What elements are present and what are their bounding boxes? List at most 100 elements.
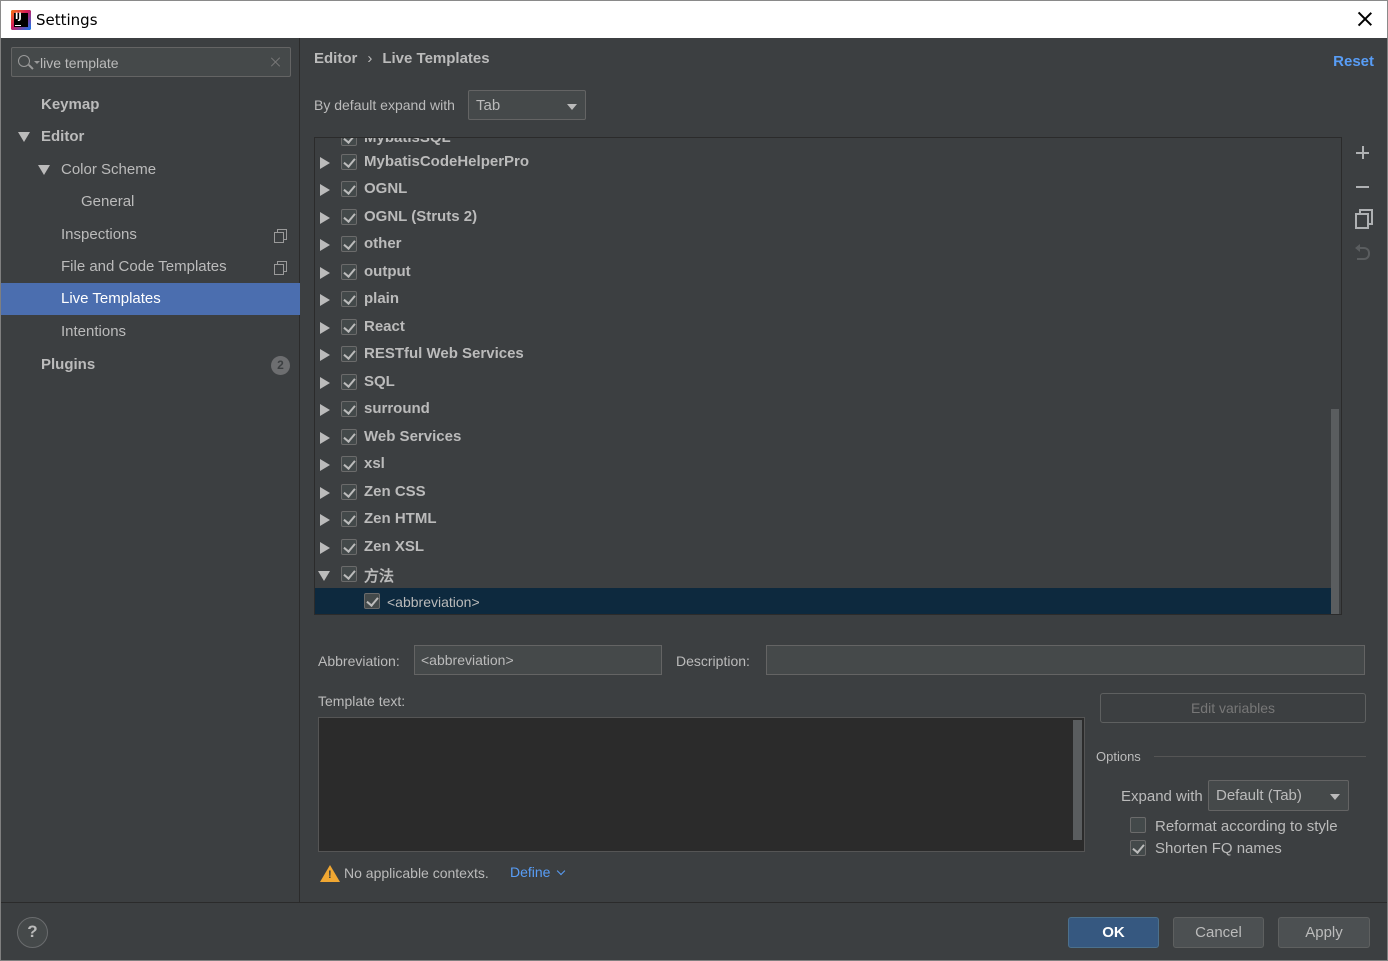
- group-checkbox[interactable]: [341, 236, 357, 252]
- tree-group-label: Web Services: [364, 428, 462, 445]
- search-input[interactable]: [40, 53, 260, 73]
- expanded-triangle-icon[interactable]: [318, 571, 330, 581]
- group-checkbox[interactable]: [341, 264, 357, 280]
- group-checkbox[interactable]: [341, 429, 357, 445]
- collapsed-triangle-icon[interactable]: [320, 349, 330, 361]
- tree-group-label: 方法: [364, 568, 395, 585]
- define-context-link[interactable]: Define: [510, 864, 566, 880]
- collapsed-triangle-icon[interactable]: [320, 157, 330, 169]
- collapsed-triangle-icon[interactable]: [320, 184, 330, 196]
- add-icon[interactable]: [1352, 142, 1374, 164]
- tree-group-row[interactable]: MybatisCodeHelperPro: [315, 149, 1331, 176]
- collapsed-triangle-icon[interactable]: [320, 432, 330, 444]
- description-label: Description:: [676, 653, 750, 669]
- collapsed-triangle-icon[interactable]: [320, 377, 330, 389]
- tree-group-row[interactable]: Zen XSL: [315, 534, 1331, 561]
- expand-with-select[interactable]: Default (Tab): [1208, 780, 1349, 811]
- template-text-area[interactable]: [318, 717, 1085, 852]
- group-checkbox[interactable]: [341, 539, 357, 555]
- expanded-triangle-icon[interactable]: [38, 165, 50, 175]
- tree-group-row[interactable]: other: [315, 231, 1331, 258]
- help-button[interactable]: ?: [17, 917, 48, 948]
- sidebar-item-editor[interactable]: Editor: [1, 121, 300, 153]
- sidebar-item-label: Inspections: [61, 226, 137, 243]
- tree-group-row[interactable]: OGNL: [315, 176, 1331, 203]
- sidebar-item-color-scheme[interactable]: Color Scheme: [1, 154, 300, 186]
- group-checkbox[interactable]: [341, 319, 357, 335]
- collapsed-triangle-icon[interactable]: [320, 459, 330, 471]
- apply-button[interactable]: Apply: [1278, 917, 1370, 948]
- description-field[interactable]: [766, 645, 1365, 675]
- close-icon[interactable]: [1355, 9, 1375, 29]
- search-icon[interactable]: [18, 55, 30, 67]
- sidebar-item-inspections[interactable]: Inspections: [1, 219, 300, 251]
- sidebar-item-general[interactable]: General: [1, 186, 300, 218]
- sidebar-item-label: File and Code Templates: [61, 258, 227, 275]
- tree-group-row[interactable]: Web Services: [315, 424, 1331, 451]
- group-checkbox[interactable]: [341, 374, 357, 390]
- tree-group-row[interactable]: 方法: [315, 561, 1331, 588]
- dialog-button-bar: ? OK Cancel Apply: [1, 902, 1387, 960]
- template-text-label: Template text:: [318, 693, 406, 709]
- tree-group-row[interactable]: Zen HTML: [315, 506, 1331, 533]
- default-expand-select[interactable]: Tab: [468, 90, 586, 120]
- collapsed-triangle-icon[interactable]: [320, 487, 330, 499]
- tree-group-row[interactable]: SQL: [315, 369, 1331, 396]
- tree-group-row[interactable]: surround: [315, 396, 1331, 423]
- abbreviation-field[interactable]: [414, 645, 662, 675]
- collapsed-triangle-icon[interactable]: [320, 542, 330, 554]
- collapsed-triangle-icon[interactable]: [320, 239, 330, 251]
- collapsed-triangle-icon[interactable]: [320, 294, 330, 306]
- collapsed-triangle-icon[interactable]: [320, 404, 330, 416]
- tree-group-row[interactable]: OGNL (Struts 2): [315, 204, 1331, 231]
- group-checkbox[interactable]: [341, 154, 357, 170]
- template-checkbox[interactable]: [364, 593, 380, 609]
- breadcrumb: Editor › Live Templates: [314, 50, 490, 67]
- tree-group-row[interactable]: xsl: [315, 451, 1331, 478]
- group-checkbox[interactable]: [341, 456, 357, 472]
- group-checkbox[interactable]: [341, 346, 357, 362]
- sidebar-item-keymap[interactable]: Keymap: [1, 89, 300, 121]
- edit-variables-button[interactable]: Edit variables: [1100, 693, 1366, 723]
- collapsed-triangle-icon[interactable]: [320, 322, 330, 334]
- sidebar-item-label: Keymap: [41, 96, 100, 113]
- group-checkbox[interactable]: [341, 484, 357, 500]
- tree-template-row[interactable]: <abbreviation>: [315, 588, 1331, 614]
- group-checkbox[interactable]: [341, 401, 357, 417]
- reformat-checkbox[interactable]: [1130, 817, 1146, 833]
- tree-group-label: Zen CSS: [364, 483, 426, 500]
- group-checkbox[interactable]: [341, 511, 357, 527]
- template-text-scrollbar[interactable]: [1073, 720, 1082, 840]
- reset-link[interactable]: Reset: [1333, 53, 1374, 70]
- shorten-fq-checkbox[interactable]: [1130, 840, 1146, 856]
- copy-icon[interactable]: [1352, 207, 1374, 229]
- tree-group-row[interactable]: RESTful Web Services: [315, 341, 1331, 368]
- tree-group-row[interactable]: plain: [315, 286, 1331, 313]
- group-checkbox[interactable]: [341, 138, 357, 146]
- sidebar-item-file-and-code-templates[interactable]: File and Code Templates: [1, 251, 300, 283]
- expanded-triangle-icon[interactable]: [18, 132, 30, 142]
- sidebar-item-live-templates[interactable]: Live Templates: [1, 283, 300, 315]
- collapsed-triangle-icon[interactable]: [320, 212, 330, 224]
- collapsed-triangle-icon[interactable]: [320, 514, 330, 526]
- cancel-button[interactable]: Cancel: [1173, 917, 1264, 948]
- group-checkbox[interactable]: [341, 209, 357, 225]
- tree-group-row[interactable]: output: [315, 259, 1331, 286]
- remove-icon[interactable]: [1352, 176, 1374, 198]
- settings-search[interactable]: [11, 47, 291, 77]
- group-checkbox[interactable]: [341, 181, 357, 197]
- tree-group-row[interactable]: React: [315, 314, 1331, 341]
- group-checkbox[interactable]: [341, 566, 357, 582]
- sidebar-item-plugins[interactable]: Plugins 2: [1, 349, 300, 381]
- clear-search-icon[interactable]: [270, 56, 282, 68]
- options-title: Options: [1096, 749, 1141, 764]
- tree-group-row[interactable]: Zen CSS: [315, 479, 1331, 506]
- tree-group-label: OGNL (Struts 2): [364, 208, 478, 225]
- group-checkbox[interactable]: [341, 291, 357, 307]
- sidebar-item-intentions[interactable]: Intentions: [1, 316, 300, 348]
- templates-tree[interactable]: MybatisSQL MybatisCodeHelperPro OGNL OGN…: [314, 137, 1342, 615]
- ok-button[interactable]: OK: [1068, 917, 1159, 948]
- collapsed-triangle-icon[interactable]: [320, 267, 330, 279]
- sidebar-item-label: Color Scheme: [61, 161, 157, 178]
- tree-scrollbar[interactable]: [1331, 409, 1339, 614]
